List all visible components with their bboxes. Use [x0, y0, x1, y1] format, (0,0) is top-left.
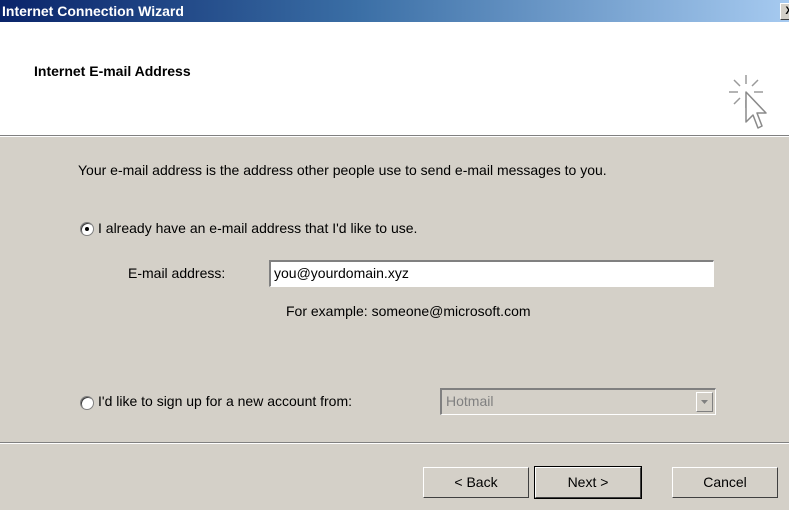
existing-address-radio[interactable] — [80, 222, 94, 236]
email-address-input[interactable]: you@yourdomain.xyz — [269, 260, 714, 287]
next-button[interactable]: Next > — [534, 466, 642, 499]
new-account-radio[interactable] — [80, 396, 94, 410]
wizard-cursor-icon — [729, 75, 767, 129]
back-button[interactable]: < Back — [423, 467, 529, 498]
close-icon: X — [785, 5, 789, 17]
new-account-label[interactable]: I'd like to sign up for a new account fr… — [98, 393, 352, 409]
email-field-label: E-mail address: — [128, 265, 226, 281]
footer-divider — [0, 442, 789, 444]
select-dropdown-button[interactable] — [696, 392, 713, 412]
provider-select[interactable]: Hotmail — [440, 388, 716, 415]
cancel-button[interactable]: Cancel — [672, 467, 778, 498]
page-title: Internet E-mail Address — [34, 63, 191, 79]
wizard-header: Internet E-mail Address — [0, 22, 789, 135]
header-divider — [0, 135, 789, 137]
wizard-window: Internet Connection Wizard X Internet E-… — [0, 0, 789, 510]
window-title: Internet Connection Wizard — [2, 3, 184, 19]
title-bar: Internet Connection Wizard X — [0, 0, 789, 22]
provider-select-value: Hotmail — [446, 393, 494, 409]
close-button[interactable]: X — [780, 3, 789, 20]
chevron-down-icon — [701, 400, 708, 404]
radio-selected-dot — [85, 227, 89, 231]
existing-address-label[interactable]: I already have an e-mail address that I'… — [98, 220, 417, 236]
description-text: Your e-mail address is the address other… — [78, 162, 607, 178]
email-example-text: For example: someone@microsoft.com — [286, 303, 531, 319]
